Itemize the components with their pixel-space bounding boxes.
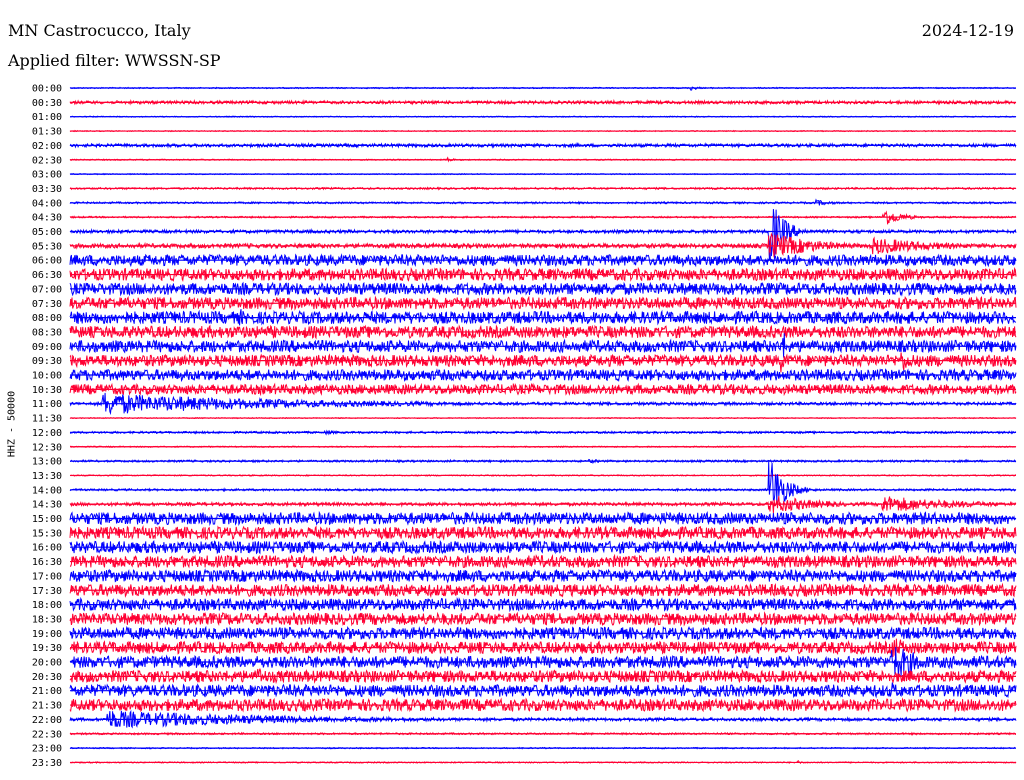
- time-tick-label: 23:30: [32, 758, 62, 769]
- time-tick-label: 12:00: [32, 428, 62, 439]
- time-tick-label: 09:30: [32, 356, 62, 367]
- time-tick-label: 00:30: [32, 98, 62, 109]
- time-tick-label: 10:00: [32, 371, 62, 382]
- time-tick-label: 20:30: [32, 672, 62, 683]
- time-tick-label: 20:00: [32, 658, 62, 669]
- time-tick-label: 15:00: [32, 514, 62, 525]
- time-tick-label: 10:30: [32, 385, 62, 396]
- time-tick-label: 17:30: [32, 586, 62, 597]
- time-tick-label: 19:00: [32, 629, 62, 640]
- seismic-trace: [69, 210, 1017, 225]
- time-tick-label: 21:30: [32, 701, 62, 712]
- time-tick-label: 03:00: [32, 170, 62, 181]
- time-tick-label: 01:00: [32, 112, 62, 123]
- time-tick-label: 07:00: [32, 284, 62, 295]
- time-tick-label: 22:00: [32, 715, 62, 726]
- time-tick-label: 11:30: [32, 414, 62, 425]
- seismic-trace: [69, 682, 1017, 699]
- helicorder-plot: 00:00 00:30 01:00 01:30 02:00 02:30 03:00 03:30…: [32, 84, 1017, 769]
- time-tick-label: 11:00: [32, 399, 62, 410]
- seismic-trace: [69, 252, 1017, 268]
- time-tick-label: 13:30: [32, 471, 62, 482]
- time-tick-label: 02:00: [32, 141, 62, 152]
- time-tick-label: 19:30: [32, 643, 62, 654]
- time-tick-label: 05:30: [32, 241, 62, 252]
- time-tick-label: 12:30: [32, 442, 62, 453]
- time-tick-label: 17:00: [32, 571, 62, 582]
- time-tick-label: 14:30: [32, 500, 62, 511]
- time-tick-label: 06:00: [32, 256, 62, 267]
- time-tick-label: 14:00: [32, 485, 62, 496]
- time-tick-label: 03:30: [32, 184, 62, 195]
- time-tick-label: 04:00: [32, 198, 62, 209]
- seismic-trace: [69, 668, 1017, 685]
- time-tick-label: 15:30: [32, 528, 62, 539]
- time-tick-label: 13:00: [32, 457, 62, 468]
- time-tick-label: 18:30: [32, 614, 62, 625]
- time-tick-label: 08:30: [32, 327, 62, 338]
- time-tick-label: 07:30: [32, 299, 62, 310]
- time-tick-label: 02:30: [32, 155, 62, 166]
- time-tick-label: 22:30: [32, 729, 62, 740]
- seismic-trace: [69, 392, 1017, 416]
- time-tick-label: 00:00: [32, 84, 62, 95]
- time-tick-label: 21:00: [32, 686, 62, 697]
- seismic-trace: [69, 352, 1017, 373]
- time-tick-label: 06:30: [32, 270, 62, 281]
- time-tick-label: 16:30: [32, 557, 62, 568]
- time-tick-label: 08:00: [32, 313, 62, 324]
- time-tick-label: 05:00: [32, 227, 62, 238]
- time-tick-label: 23:00: [32, 744, 62, 755]
- time-tick-label: 09:00: [32, 342, 62, 353]
- seismic-trace: [69, 461, 1017, 504]
- time-tick-label: 16:00: [32, 543, 62, 554]
- time-tick-label: 01:30: [32, 127, 62, 138]
- time-tick-label: 18:00: [32, 600, 62, 611]
- time-tick-label: 04:30: [32, 213, 62, 224]
